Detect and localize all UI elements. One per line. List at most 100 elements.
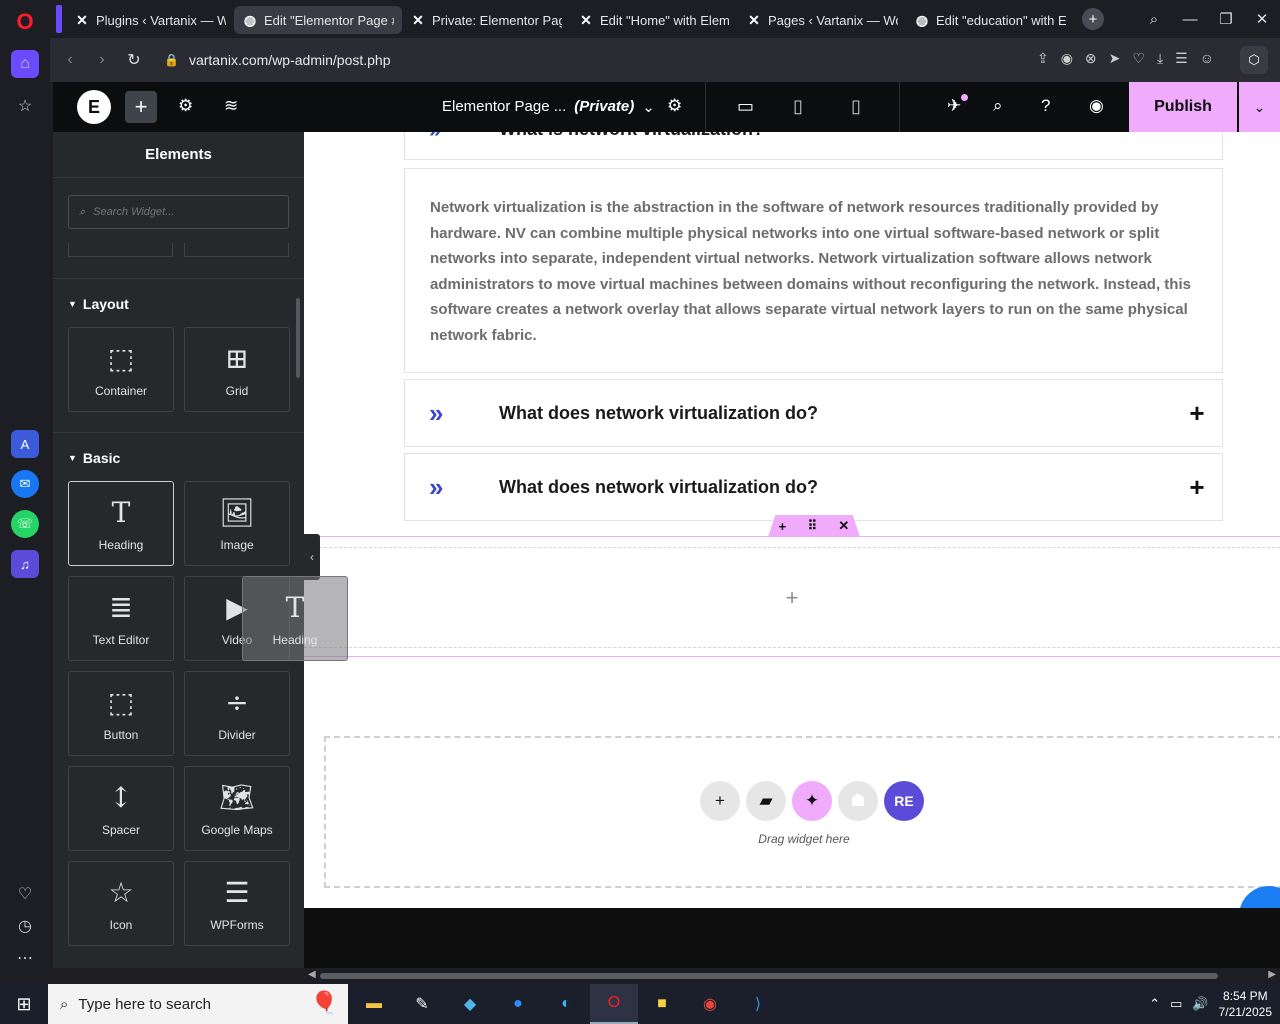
browser-tab-active[interactable]: ◍Edit "Elementor Page #1003" — [234, 6, 402, 34]
widget-text-editor[interactable]: ≣ Text Editor — [68, 576, 174, 661]
section-header-layout[interactable]: ▼ Layout — [68, 296, 129, 312]
history-clock-icon[interactable]: ◷ — [11, 912, 39, 940]
publish-options-chevron-icon[interactable]: ⌄ — [1239, 82, 1280, 132]
minimize-icon[interactable]: — — [1172, 11, 1208, 28]
url-field[interactable]: 🔒 vartanix.com/wp-admin/post.php — [164, 52, 391, 68]
whatsapp-icon[interactable]: ☏ — [11, 510, 39, 538]
camera-icon[interactable]: ◉ — [1061, 50, 1073, 67]
widget-divider[interactable]: ÷ Divider — [184, 671, 290, 756]
more-icon[interactable]: ⋯ — [11, 944, 39, 972]
opera-logo-icon[interactable]: O — [11, 8, 39, 36]
adblock-icon[interactable]: ⊗ — [1085, 50, 1097, 67]
panel-scrollbar[interactable] — [296, 298, 300, 378]
scroll-left-icon[interactable]: ◀ — [308, 969, 316, 980]
accordion-item[interactable]: » What does network virtualization do? + — [404, 453, 1223, 521]
preview-eye-icon[interactable]: ◉ — [1089, 96, 1104, 116]
messenger-icon[interactable]: ✉ — [11, 470, 39, 498]
scroll-right-icon[interactable]: ▶ — [1268, 969, 1276, 980]
widget-button[interactable]: ⬚ Button — [68, 671, 174, 756]
widget-tile-partial[interactable] — [68, 243, 173, 257]
page-settings-gear-icon[interactable]: ⚙ — [667, 96, 682, 116]
widget-wpforms[interactable]: ☰ WPForms — [184, 861, 290, 946]
widget-icon[interactable]: ☆ Icon — [68, 861, 174, 946]
add-element-button[interactable]: + — [125, 91, 157, 123]
publish-button[interactable]: Publish — [1129, 82, 1237, 132]
download-icon[interactable]: ⤓ — [1157, 50, 1163, 67]
extensions-icon[interactable]: ⬡ — [1240, 46, 1268, 74]
help-icon[interactable]: ? — [1041, 96, 1050, 116]
file-explorer-icon[interactable]: ▬ — [350, 984, 398, 1024]
add-section-plus-icon[interactable]: + — [700, 781, 740, 821]
plus-icon[interactable]: + — [1172, 398, 1222, 429]
music-player-icon[interactable]: ♫ — [11, 550, 39, 578]
template-library-folder-icon[interactable]: ▰ — [746, 781, 786, 821]
edge-icon[interactable]: ◐ — [542, 984, 590, 1024]
sticky-notes-icon[interactable]: ■ — [638, 984, 686, 1024]
easy-setup-icon[interactable]: ☰ — [1175, 50, 1188, 67]
profile-icon[interactable]: ☺ — [1200, 50, 1214, 67]
aria-app-icon[interactable]: A — [11, 430, 39, 458]
browser-tab[interactable]: ◍Edit "education" with Elementor — [906, 6, 1074, 34]
page-title-dropdown[interactable]: Elementor Page ... (Private) ⌄ — [442, 98, 655, 116]
add-container-icon[interactable]: + — [779, 519, 787, 534]
notifications-rocket-icon[interactable]: ✈ — [947, 96, 961, 116]
widget-google-maps[interactable]: 🗺 Google Maps — [184, 766, 290, 851]
home-icon[interactable]: ⌂ — [11, 50, 39, 78]
widget-spacer[interactable]: ↕ Spacer — [68, 766, 174, 851]
widget-search[interactable]: ⌕ — [68, 195, 289, 229]
ai-sparkle-icon[interactable]: ✦ — [792, 781, 832, 821]
vscode-icon[interactable]: ⟩ — [734, 984, 782, 1024]
widget-image[interactable]: 🖼 Image — [184, 481, 290, 566]
browser-tab[interactable]: ✕Private: Elementor Page #1003 — [402, 6, 570, 34]
reload-icon[interactable]: ↻ — [118, 50, 150, 70]
heart-icon[interactable]: ♡ — [11, 880, 39, 908]
accordion-item-partial[interactable]: » What is network virtualization? — [404, 132, 1223, 160]
section-header-basic[interactable]: ▼ Basic — [68, 450, 120, 466]
new-tab-button[interactable]: + — [1082, 8, 1104, 30]
empty-container[interactable]: + — [304, 536, 1280, 657]
structure-layers-icon[interactable]: ≋ — [224, 96, 238, 116]
widget-grid[interactable]: ⊞ Grid — [184, 327, 290, 412]
zoom-icon[interactable]: ● — [494, 984, 542, 1024]
accordion-content[interactable]: Network virtualization is the abstractio… — [404, 168, 1223, 373]
search-widget-input[interactable] — [93, 206, 274, 218]
taskbar-search[interactable]: ⌕ Type here to search 🎈 — [48, 984, 348, 1024]
widget-tile-partial[interactable] — [184, 243, 289, 257]
star-icon[interactable]: ☆ — [11, 92, 39, 120]
horizontal-scrollbar[interactable]: ◀ ▶ — [304, 968, 1280, 984]
volume-icon[interactable]: 🔊 — [1192, 996, 1208, 1012]
widget-container[interactable]: ⬚ Container — [68, 327, 174, 412]
elementor-logo-icon[interactable]: E — [77, 90, 111, 124]
chrome-icon[interactable]: ◉ — [686, 984, 734, 1024]
widget-heading[interactable]: T Heading — [68, 481, 174, 566]
heart-icon[interactable]: ♡ — [1132, 50, 1145, 67]
add-widget-plus-icon[interactable]: + — [304, 547, 1280, 648]
delete-container-icon[interactable]: ✕ — [838, 518, 849, 534]
drop-zone[interactable]: + ▰ ✦ ☗ RE Drag widget here — [324, 736, 1280, 888]
browser-tab[interactable]: ✕Pages ‹ Vartanix — WordPress — [738, 6, 906, 34]
browser-tab[interactable]: ✕Edit "Home" with Elementor — [570, 6, 738, 34]
kit-robot-icon[interactable]: ☗ — [838, 781, 878, 821]
opera-icon[interactable]: O — [590, 984, 638, 1024]
search-icon[interactable]: ⌕ — [993, 96, 1003, 116]
desktop-view-icon[interactable]: ▭ — [737, 96, 754, 117]
forward-icon[interactable]: › — [86, 51, 118, 69]
collapse-panel-chevron-icon[interactable]: ‹ — [304, 534, 320, 580]
scroll-thumb[interactable] — [320, 973, 1218, 979]
mobile-view-icon[interactable]: ▯ — [851, 96, 861, 117]
share-icon[interactable]: ⇪ — [1037, 50, 1049, 67]
re-addon-button[interactable]: RE — [884, 781, 924, 821]
search-tabs-icon[interactable]: ⌕ — [1136, 11, 1172, 28]
clock[interactable]: 8:54 PM 7/21/2025 — [1219, 988, 1272, 1020]
dragging-heading-widget[interactable]: T Heading — [242, 576, 348, 661]
plus-icon[interactable]: + — [1172, 472, 1222, 503]
send-icon[interactable]: ➤ — [1109, 50, 1121, 67]
app-diamond-icon[interactable]: ◆ — [446, 984, 494, 1024]
tablet-view-icon[interactable]: ▯ — [793, 96, 803, 117]
restore-icon[interactable]: ❐ — [1208, 10, 1244, 28]
paint-app-icon[interactable]: ✎ — [398, 984, 446, 1024]
close-icon[interactable]: ✕ — [1244, 10, 1280, 28]
site-settings-icon[interactable]: ⚙ — [178, 96, 193, 116]
browser-tab[interactable]: ✕Plugins ‹ Vartanix — WordPress — [66, 6, 234, 34]
windows-start-icon[interactable]: ⊞ — [0, 984, 48, 1024]
